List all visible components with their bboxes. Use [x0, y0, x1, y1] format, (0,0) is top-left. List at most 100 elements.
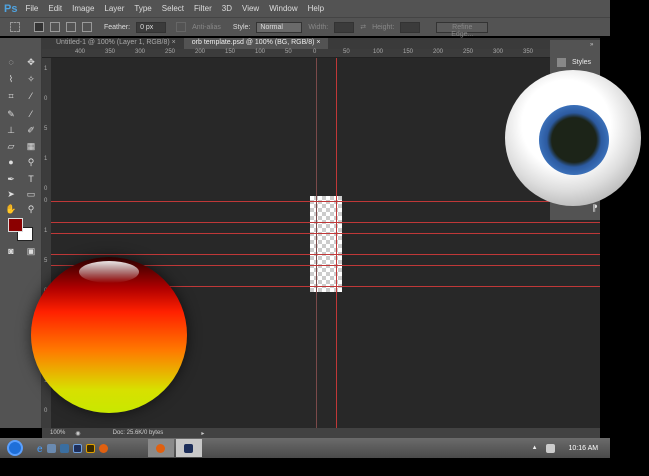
- subtract-selection-icon[interactable]: [66, 22, 76, 32]
- guide-vertical[interactable]: [316, 58, 317, 428]
- path-selection-icon[interactable]: ➤: [5, 188, 17, 200]
- guide-horizontal[interactable]: [51, 233, 600, 234]
- tab-label: orb template.psd @ 100% (BG, RGB/8): [191, 39, 315, 46]
- antialias-label: Anti-alias: [192, 23, 221, 31]
- menu-edit[interactable]: Edit: [48, 4, 62, 13]
- healing-brush-icon[interactable]: ✎: [5, 108, 17, 120]
- guide-horizontal[interactable]: [51, 254, 600, 255]
- status-menu-arrow[interactable]: ▸: [201, 430, 204, 437]
- rectangle-icon[interactable]: ▭: [25, 188, 37, 200]
- internet-explorer-icon[interactable]: e: [37, 444, 43, 455]
- document-canvas[interactable]: [310, 196, 342, 292]
- style-select[interactable]: Normal: [256, 21, 303, 33]
- magic-wand-icon[interactable]: ✧: [25, 73, 37, 85]
- clock[interactable]: 10:16 AM: [569, 445, 599, 452]
- ruler-tick: 300: [493, 49, 504, 55]
- styles-icon[interactable]: [557, 58, 566, 67]
- bridge-icon[interactable]: [85, 443, 95, 453]
- menu-help[interactable]: Help: [308, 4, 324, 13]
- ruler-tick: 250: [463, 49, 474, 55]
- history-brush-icon[interactable]: ✐: [25, 124, 37, 136]
- ruler-tick: 400: [75, 49, 86, 55]
- menu-file[interactable]: File: [25, 4, 38, 13]
- tab-orb-template[interactable]: orb template.psd @ 100% (BG, RGB/8) ×: [183, 38, 329, 49]
- lasso-icon[interactable]: ⌇: [5, 73, 17, 85]
- ruler-tick: 350: [105, 49, 116, 55]
- swap-icon[interactable]: ⇄: [360, 23, 366, 31]
- start-button[interactable]: [7, 440, 23, 456]
- firefox-icon: [156, 443, 166, 453]
- eyedropper-icon[interactable]: ⁄: [25, 90, 37, 102]
- menu-window[interactable]: Window: [269, 4, 297, 13]
- explorer-icon[interactable]: [46, 443, 56, 453]
- orb-image: [31, 257, 187, 413]
- firefox-icon[interactable]: [98, 443, 108, 453]
- blur-icon[interactable]: ●: [5, 156, 17, 168]
- pen-icon[interactable]: ✒: [5, 173, 17, 185]
- taskbar-firefox-button[interactable]: [147, 439, 174, 457]
- gradient-icon[interactable]: ▦: [25, 140, 37, 152]
- dodge-icon[interactable]: ⚲: [25, 156, 37, 168]
- options-bar: Feather: 0 px Anti-alias Style: Normal W…: [0, 17, 610, 38]
- height-input[interactable]: [400, 21, 421, 33]
- photoshop-icon: [184, 443, 194, 453]
- ruler-tick: 0: [313, 49, 317, 55]
- feather-label: Feather:: [104, 23, 131, 31]
- new-selection-icon[interactable]: [34, 22, 44, 32]
- menu-layer[interactable]: Layer: [104, 4, 124, 13]
- feather-input[interactable]: 0 px: [136, 21, 167, 33]
- menu-image[interactable]: Image: [72, 4, 94, 13]
- ruler-tick: 200: [433, 49, 444, 55]
- photoshop-pinned-icon[interactable]: [72, 443, 82, 453]
- ruler-tick: 200: [195, 49, 206, 55]
- screen-mode-icon[interactable]: ▣: [25, 245, 37, 257]
- taskbar-photoshop-button[interactable]: [175, 439, 202, 457]
- height-label: Height:: [372, 23, 395, 31]
- network-icon[interactable]: [545, 443, 555, 453]
- antialias-checkbox[interactable]: [176, 22, 187, 32]
- ruler-tick: 50: [343, 49, 350, 55]
- collapse-panel-icon[interactable]: »: [590, 42, 593, 48]
- close-icon[interactable]: ×: [316, 39, 320, 46]
- guide-horizontal[interactable]: [51, 201, 600, 202]
- marquee-preset-icon[interactable]: [10, 22, 20, 32]
- zoom-icon[interactable]: ⚲: [25, 203, 37, 215]
- show-hidden-icons[interactable]: ▲: [532, 445, 538, 451]
- intersect-selection-icon[interactable]: [82, 22, 92, 32]
- status-bar: 100% ◉ Doc: 25.6K/0 bytes ▸: [42, 428, 600, 438]
- quick-mask-icon[interactable]: ◙: [5, 245, 17, 257]
- menu-filter[interactable]: Filter: [194, 4, 212, 13]
- photoshop-logo: Ps: [4, 2, 18, 15]
- ruler-tick: 300: [135, 49, 146, 55]
- width-input[interactable]: [334, 21, 355, 33]
- tools-panel: ◌ ✥ ⌇ ✧ ⌗ ⁄ ✎ ⁄ ⊥ ✐ ▱ ▦ ● ⚲ ✒ T ➤ ▭ ✋ ⚲ …: [0, 38, 42, 428]
- crop-icon[interactable]: ⌗: [5, 90, 17, 102]
- foreground-color-swatch[interactable]: [8, 218, 23, 232]
- type-icon[interactable]: T: [25, 173, 37, 185]
- doc-size: Doc: 25.6K/0 bytes: [112, 430, 164, 436]
- menu-3d[interactable]: 3D: [222, 4, 232, 13]
- zoom-level[interactable]: 100%: [50, 430, 65, 436]
- ruler-tick: 0: [44, 186, 48, 192]
- document-tabs: Untitled-1 @ 100% (Layer 1, RGB/8) × orb…: [42, 38, 600, 49]
- menu-view[interactable]: View: [242, 4, 259, 13]
- guide-vertical[interactable]: [336, 58, 337, 428]
- clone-stamp-icon[interactable]: ⊥: [5, 124, 17, 136]
- elliptical-marquee-icon[interactable]: ◌: [5, 56, 17, 68]
- styles-label[interactable]: Styles: [572, 59, 591, 66]
- status-icon: ◉: [75, 430, 81, 437]
- guide-horizontal[interactable]: [51, 222, 600, 223]
- refine-edge-button[interactable]: Refine Edge...: [436, 21, 489, 38]
- app-icon[interactable]: [59, 443, 69, 453]
- paragraph-panel-icon[interactable]: ⁋: [592, 203, 598, 214]
- hand-icon[interactable]: ✋: [5, 203, 17, 215]
- menu-type[interactable]: Type: [134, 4, 151, 13]
- move-tool-icon[interactable]: ✥: [25, 56, 37, 68]
- menu-select[interactable]: Select: [162, 4, 184, 13]
- brush-icon[interactable]: ⁄: [25, 108, 37, 120]
- close-icon[interactable]: ×: [172, 39, 176, 46]
- eraser-icon[interactable]: ▱: [5, 140, 17, 152]
- tab-untitled-1[interactable]: Untitled-1 @ 100% (Layer 1, RGB/8) ×: [48, 38, 184, 49]
- ruler-tick: 0: [44, 96, 48, 102]
- add-selection-icon[interactable]: [50, 22, 60, 32]
